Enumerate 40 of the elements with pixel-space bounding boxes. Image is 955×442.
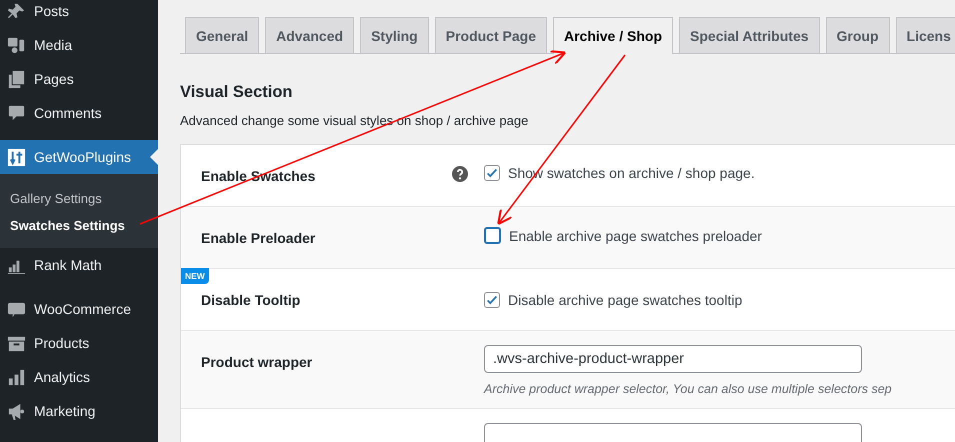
text-input-field[interactable]: .wvs-archive-product-wrapper: [484, 345, 862, 373]
submenu-item[interactable]: Swatches Settings: [0, 212, 158, 239]
field-description: Archive product wrapper selector, You can also use multiple selectors sep: [484, 382, 893, 396]
setting-label: Enable Preloader: [201, 230, 316, 246]
checkbox[interactable]: [484, 227, 501, 244]
sidebar-item[interactable]: Rank Math: [0, 248, 158, 282]
setting-label: Disable Tooltip: [201, 292, 300, 308]
comments-icon: [7, 104, 26, 122]
checkbox[interactable]: [484, 292, 500, 308]
checkbox-label: Enable archive page swatches preloader: [509, 228, 762, 244]
tab[interactable]: Archive / Shop: [552, 17, 674, 54]
tab[interactable]: Licens: [896, 17, 955, 53]
tab[interactable]: Group: [826, 17, 890, 53]
sidebar-item[interactable]: Analytics: [0, 360, 158, 394]
submenu-item[interactable]: Gallery Settings: [0, 185, 158, 212]
sidebar-item[interactable]: Products: [0, 326, 158, 360]
sidebar-item[interactable]: Posts: [0, 0, 158, 28]
section-title: Visual Section: [180, 83, 294, 102]
megaphone-icon: [7, 402, 26, 420]
new-badge: NEW: [181, 268, 209, 284]
pages-icon: [7, 70, 26, 88]
sidebar-item[interactable]: Media: [0, 28, 158, 62]
tab[interactable]: General: [185, 17, 260, 53]
media-icon: [7, 36, 26, 54]
tab[interactable]: Product Page: [434, 17, 547, 53]
help-icon[interactable]: [452, 166, 468, 182]
pin-icon: [7, 2, 26, 20]
sidebar-item[interactable]: Marketing: [0, 394, 158, 428]
current-pointer-icon: [150, 149, 158, 165]
sidebar-item[interactable]: Pages: [0, 62, 158, 96]
sidebar-item[interactable]: WooCommerce: [0, 292, 158, 326]
tab[interactable]: Styling: [360, 17, 429, 53]
sidebar-item[interactable]: Comments: [0, 96, 158, 130]
checkbox[interactable]: [484, 165, 500, 181]
sidebar-item[interactable]: GetWooPlugins: [0, 140, 158, 174]
tab[interactable]: Advanced: [265, 17, 354, 53]
checkbox-label: Disable archive page swatches tooltip: [508, 292, 742, 308]
setting-label: Product wrapper: [201, 354, 312, 370]
bars-icon: [7, 368, 26, 386]
tab[interactable]: Special Attributes: [679, 17, 820, 53]
